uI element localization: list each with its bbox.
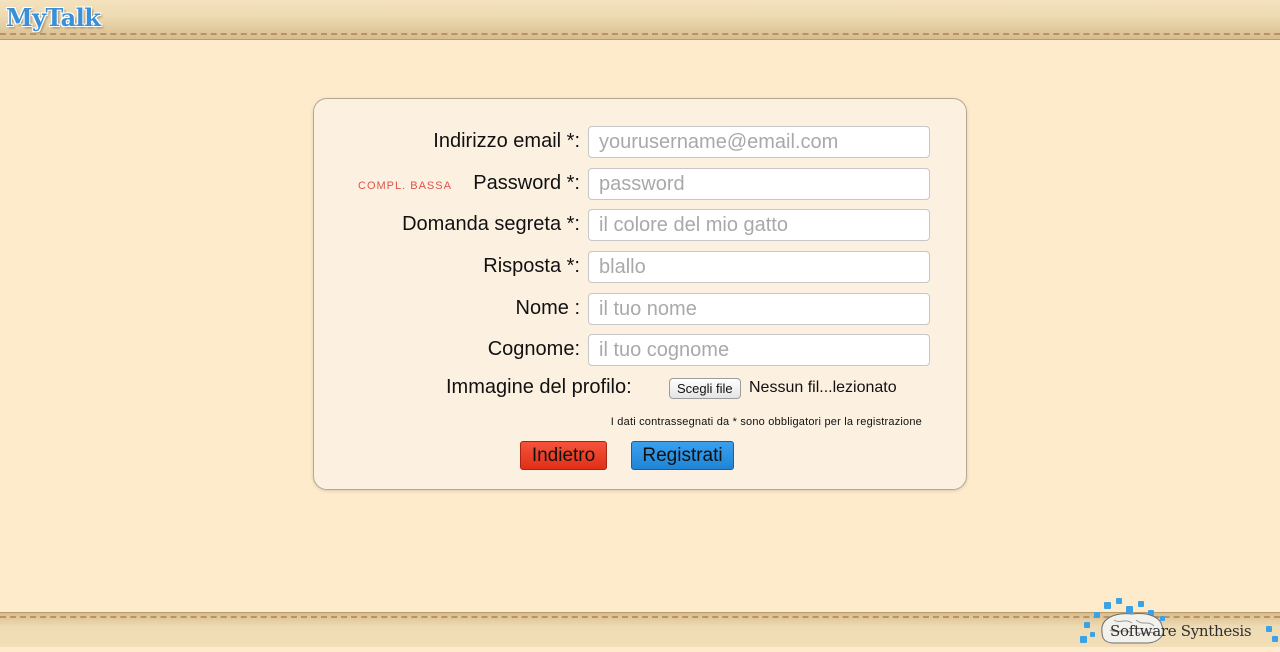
- secret-question-label: Domanda segreta *:: [402, 213, 580, 235]
- last-name-label: Cognome:: [487, 338, 580, 360]
- register-button[interactable]: Registrati: [631, 441, 734, 470]
- first-name-field[interactable]: [588, 293, 930, 325]
- software-synthesis-logo: Software Synthesis: [1076, 596, 1280, 647]
- email-row: Indirizzo email *:: [314, 126, 968, 158]
- header-stitching: [0, 33, 1280, 35]
- last-name-row: Cognome:: [314, 334, 968, 366]
- secret-question-field[interactable]: [588, 209, 930, 241]
- app-logo[interactable]: MyTalk: [6, 3, 101, 32]
- first-name-label: Nome :: [515, 297, 580, 319]
- header-bar: MyTalk: [0, 0, 1280, 40]
- choose-file-button[interactable]: Scegli file: [669, 378, 741, 399]
- required-fields-note: I dati contrassegnati da * sono obbligat…: [610, 416, 922, 428]
- password-label: Password *:: [473, 172, 580, 194]
- secret-question-row: Domanda segreta *:: [314, 209, 968, 241]
- last-name-field[interactable]: [588, 334, 930, 366]
- file-status-text: Nessun fil...lezionato: [749, 379, 897, 396]
- password-strength-hint: COMPL. BASSA: [358, 180, 452, 192]
- email-label: Indirizzo email *:: [433, 130, 580, 152]
- answer-row: Risposta *:: [314, 251, 968, 283]
- first-name-row: Nome :: [314, 293, 968, 325]
- answer-field[interactable]: [588, 251, 930, 283]
- back-button[interactable]: Indietro: [520, 441, 607, 470]
- email-field[interactable]: [588, 126, 930, 158]
- answer-label: Risposta *:: [483, 255, 580, 277]
- password-field[interactable]: [588, 168, 930, 200]
- password-row: COMPL. BASSA Password *:: [314, 168, 968, 200]
- registration-form: Indirizzo email *: COMPL. BASSA Password…: [313, 98, 967, 490]
- profile-image-label: Immagine del profilo:: [446, 376, 632, 398]
- brand-name: Software Synthesis: [1110, 622, 1252, 640]
